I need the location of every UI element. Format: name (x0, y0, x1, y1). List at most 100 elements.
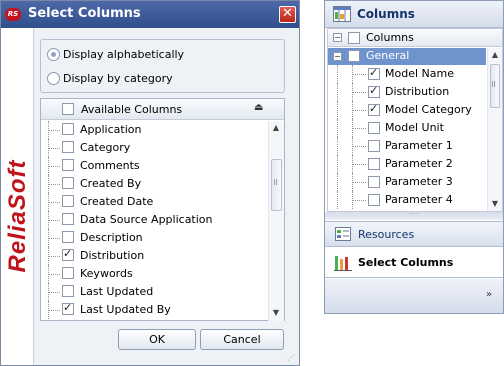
list-item[interactable]: Data Source Application (41, 211, 267, 229)
list-item[interactable]: Created By (41, 175, 267, 193)
item-checkbox[interactable] (62, 285, 74, 297)
item-checkbox[interactable] (62, 247, 74, 261)
select-columns-nav-button[interactable]: Select Columns (325, 248, 503, 278)
tree-scroll-down-icon[interactable]: ▼ (488, 197, 502, 211)
tree-item-checkbox[interactable] (368, 158, 380, 170)
columns-panel: Columns − Columns − General Model Name Di… (324, 0, 504, 314)
tree-item-checkbox[interactable] (368, 102, 380, 116)
close-button[interactable]: ✕ (279, 6, 296, 23)
list-item[interactable]: Created Date (41, 193, 267, 211)
list-scrollbar[interactable]: ▲ ⠿ ▼ (268, 121, 284, 321)
display-by-category-label[interactable]: Display by category (63, 72, 173, 85)
item-checkbox[interactable] (62, 177, 74, 189)
item-label: Data Source Application (80, 213, 213, 226)
scroll-up-icon[interactable]: ▲ (269, 121, 283, 135)
tree-item-checkbox[interactable] (368, 84, 380, 98)
list-items: Application Category Comments Created By Cre… (41, 121, 267, 320)
columns-tree: − Columns − General Model Name Distributi… (327, 28, 503, 212)
panel-header: Columns (325, 1, 503, 28)
display-by-category-radio[interactable] (47, 72, 60, 85)
chevron-down-icon[interactable]: » (481, 287, 497, 303)
dialog-titlebar[interactable]: RS Select Columns ✕ (1, 1, 299, 28)
panel-footer: » (325, 279, 503, 313)
tree-header: − Columns (328, 29, 502, 47)
list-item[interactable]: Distribution (41, 247, 267, 265)
tree-item-checkbox[interactable] (368, 66, 380, 80)
display-alphabetically-radio[interactable] (47, 48, 60, 61)
tree-select-all-checkbox[interactable] (348, 32, 360, 44)
item-checkbox[interactable] (62, 267, 74, 279)
item-checkbox[interactable] (62, 159, 74, 171)
collapse-group-icon[interactable]: − (333, 52, 342, 61)
collapse-all-icon[interactable]: − (333, 33, 342, 42)
tree-item-checkbox[interactable] (368, 140, 380, 152)
tree-line (352, 92, 366, 93)
tree-item[interactable]: Model Unit (328, 119, 486, 137)
select-columns-icon (334, 256, 352, 271)
item-checkbox[interactable] (62, 195, 74, 207)
tree-item-label: Distribution (385, 85, 450, 98)
tree-group-general[interactable]: − General (328, 48, 486, 65)
tree-line (337, 137, 338, 155)
tree-item[interactable]: Parameter 1 (328, 137, 486, 155)
grip-icon: ⠿ (273, 179, 279, 187)
resources-nav-button[interactable]: Resources (325, 221, 503, 247)
list-item[interactable]: Last Updated By (41, 301, 267, 319)
brand-name: ReliaSoft (4, 159, 31, 273)
item-label: Keywords (80, 267, 133, 280)
tree-line (337, 65, 338, 83)
tree-line (352, 164, 366, 165)
resize-grip-icon[interactable]: ⋰ (287, 353, 299, 365)
tree-item-checkbox[interactable] (368, 194, 380, 206)
tree-item[interactable]: Parameter 3 (328, 173, 486, 191)
tree-line (337, 83, 338, 101)
item-label: Description (80, 231, 143, 244)
tree-line (48, 184, 60, 185)
list-header: Available Columns ⏏ (41, 99, 284, 120)
list-item[interactable]: Comments (41, 157, 267, 175)
item-checkbox[interactable] (62, 231, 74, 243)
display-alphabetically-label[interactable]: Display alphabetically (63, 48, 184, 61)
list-header-label: Available Columns (81, 103, 183, 116)
tree-item[interactable]: Model Category (328, 101, 486, 119)
tree-item-checkbox[interactable] (368, 176, 380, 188)
item-checkbox[interactable] (62, 123, 74, 135)
item-checkbox[interactable] (62, 141, 74, 153)
tree-item-label: Parameter 4 (385, 193, 453, 206)
tree-item[interactable]: Model Name (328, 65, 486, 83)
tree-line (352, 74, 366, 75)
list-item[interactable]: Keywords (41, 265, 267, 283)
select-all-checkbox[interactable] (62, 103, 74, 115)
list-item[interactable]: Application (41, 121, 267, 139)
scroll-down-icon[interactable]: ▼ (269, 306, 283, 320)
tree-item[interactable]: Parameter 2 (328, 155, 486, 173)
item-checkbox[interactable] (62, 213, 74, 225)
tree-item[interactable]: Parameter 4 (328, 191, 486, 209)
item-label: Distribution (80, 249, 145, 262)
tree-line (352, 146, 366, 147)
panel-splitter[interactable]: ····· (325, 212, 503, 220)
pin-icon[interactable]: ⏏ (254, 102, 263, 113)
reliasoft-logo-icon: RS (5, 8, 21, 21)
tree-items: Model Name Distribution Model Category Mode… (328, 65, 486, 211)
item-label: Last Updated By (80, 303, 171, 316)
list-item[interactable]: Last Updated (41, 283, 267, 301)
ok-button[interactable]: OK (118, 329, 196, 350)
item-checkbox[interactable] (62, 301, 74, 315)
group-label: General (366, 49, 410, 62)
dialog-title: Select Columns (28, 6, 141, 21)
available-columns-list: Available Columns ⏏ Application Category C… (40, 98, 285, 321)
tree-item-checkbox[interactable] (368, 122, 380, 134)
tree-scroll-up-icon[interactable]: ▲ (488, 48, 502, 62)
tree-item[interactable]: Distribution (328, 83, 486, 101)
tree-line (48, 166, 60, 167)
tree-line (48, 238, 60, 239)
group-checkbox[interactable] (348, 50, 360, 62)
tree-item-label: Model Unit (385, 121, 444, 134)
resources-label: Resources (358, 228, 415, 241)
list-item[interactable]: Category (41, 139, 267, 157)
list-item[interactable]: Description (41, 229, 267, 247)
brand-strip: ReliaSoft (1, 28, 34, 365)
cancel-button[interactable]: Cancel (200, 329, 284, 350)
tree-scrollbar[interactable]: ▲ ⠿ ▼ (487, 48, 502, 211)
